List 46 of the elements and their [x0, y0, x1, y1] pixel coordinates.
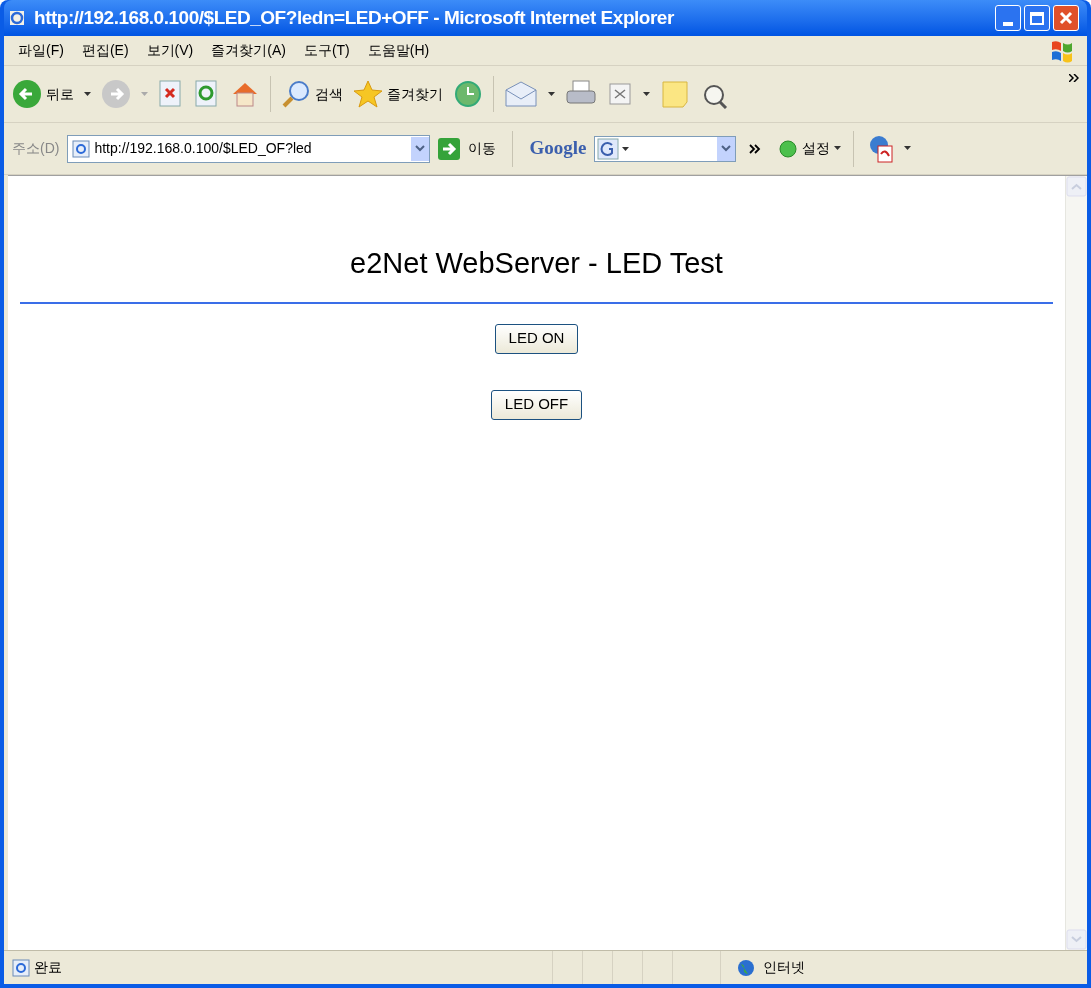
- back-button[interactable]: 뒤로: [12, 79, 74, 109]
- dropdown-caret-icon: [834, 146, 842, 151]
- document-icon[interactable]: [607, 81, 633, 107]
- minimize-icon: [1003, 22, 1013, 26]
- close-button[interactable]: [1053, 5, 1079, 31]
- dropdown-caret-icon[interactable]: [411, 136, 430, 161]
- address-label: 주소(D): [12, 139, 60, 158]
- address-field[interactable]: http://192.168.0.100/$LED_OF?led: [67, 134, 431, 163]
- page-heading: e2Net WebServer - LED Test: [350, 246, 723, 281]
- menu-item[interactable]: 편집(E): [75, 40, 135, 61]
- maximize-icon: [1030, 11, 1044, 25]
- page-icon: [12, 958, 30, 977]
- status-text: 완료: [34, 958, 62, 977]
- status-dot-icon: [778, 138, 799, 159]
- chevron-icon[interactable]: [1069, 74, 1079, 82]
- menu-item[interactable]: 도구(T): [297, 40, 356, 61]
- menu-item[interactable]: 도움말(H): [361, 40, 436, 61]
- favorites-button[interactable]: 즐겨찾기: [353, 79, 443, 109]
- stop-icon[interactable]: [158, 80, 184, 108]
- search-button[interactable]: 검색: [281, 79, 343, 109]
- dropdown-caret-icon[interactable]: [643, 91, 650, 97]
- led-button[interactable]: LED OFF: [490, 389, 583, 420]
- windows-logo-icon: [1049, 38, 1075, 63]
- url-text: http://192.168.0.100/$LED_OF?led: [94, 139, 313, 158]
- led-button[interactable]: LED ON: [494, 323, 579, 354]
- globe-icon: [737, 958, 755, 977]
- history-icon[interactable]: [453, 79, 483, 109]
- go-button[interactable]: 이동: [438, 137, 497, 160]
- google-search-field[interactable]: [594, 135, 737, 162]
- security-zone-text: 인터넷: [763, 958, 805, 977]
- star-icon: [353, 79, 383, 109]
- menu-item[interactable]: 즐겨찾기(A): [205, 40, 292, 61]
- page-icon: [72, 139, 91, 158]
- settings-button[interactable]: 설정: [778, 138, 842, 159]
- window-title: http://192.168.0.100/$LED_OF?ledn=LED+OFF - Microsoft Internet Explorer: [34, 5, 675, 30]
- google-label[interactable]: Google: [529, 134, 587, 163]
- menu-item[interactable]: 파일(F): [12, 40, 70, 61]
- close-icon: [1059, 11, 1073, 25]
- minimize-button[interactable]: [995, 5, 1021, 31]
- search-icon: [281, 79, 311, 109]
- mail-icon[interactable]: [504, 80, 538, 108]
- maximize-button[interactable]: [1024, 5, 1050, 31]
- dropdown-caret-icon[interactable]: [904, 146, 912, 151]
- menu-item[interactable]: 보기(V): [140, 40, 200, 61]
- dropdown-caret-icon[interactable]: [548, 91, 555, 97]
- dropdown-caret-icon[interactable]: [84, 91, 91, 97]
